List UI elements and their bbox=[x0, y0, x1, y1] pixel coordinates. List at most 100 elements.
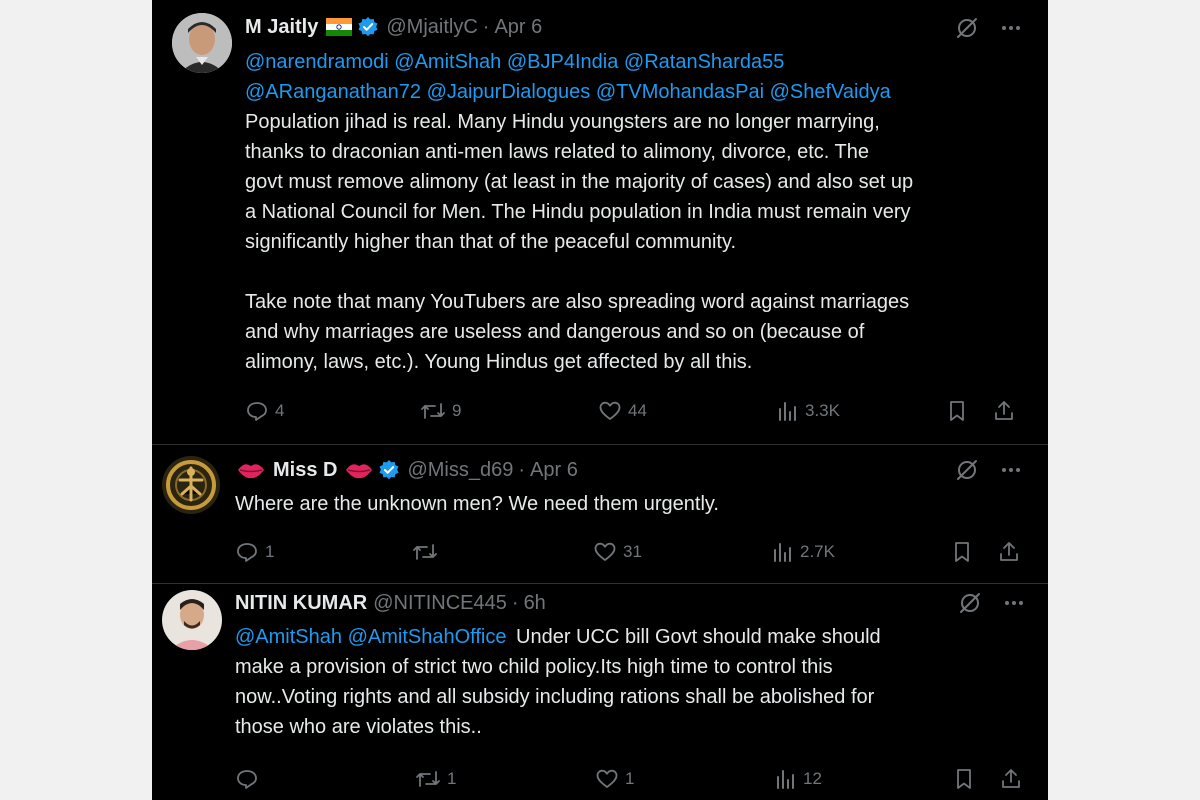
display-name[interactable]: Miss D bbox=[273, 457, 337, 483]
mentions-line-2: @ARanganathan72 @JaipurDialogues @TVMoha… bbox=[245, 77, 1025, 107]
mention-link[interactable]: @BJP4India bbox=[507, 51, 618, 73]
views-icon bbox=[779, 402, 796, 421]
retweet-count: 9 bbox=[452, 401, 462, 420]
tweet-text: @AmitShah @AmitShahOffice Under UCC bill… bbox=[235, 622, 1025, 742]
view-count: 12 bbox=[803, 769, 822, 788]
text-line: Population jihad is real. Many Hindu you… bbox=[245, 111, 880, 133]
retweet-icon bbox=[421, 403, 445, 419]
text-line: govt must remove alimony (at least in th… bbox=[245, 171, 914, 193]
tweet[interactable]: M Jaitly @MjaitlyC · Apr 6 @narendramodi… bbox=[152, 0, 1048, 445]
display-name[interactable]: NITIN KUMAR bbox=[235, 590, 367, 616]
tweet-date[interactable]: Apr 6 bbox=[530, 457, 578, 483]
tweet-text: Where are the unknown men? We need them … bbox=[235, 489, 1015, 519]
like-icon bbox=[599, 401, 621, 420]
like-button[interactable]: 1 bbox=[595, 767, 634, 791]
avatar[interactable] bbox=[162, 456, 220, 514]
like-icon bbox=[596, 769, 618, 788]
like-icon bbox=[594, 542, 616, 561]
views-icon bbox=[777, 770, 794, 789]
reply-icon bbox=[237, 770, 257, 789]
views-icon bbox=[774, 543, 791, 562]
tweet-date[interactable]: 6h bbox=[524, 590, 546, 616]
bookmark-button[interactable] bbox=[945, 399, 969, 423]
user-handle[interactable]: @Miss_d69 bbox=[407, 457, 513, 483]
user-handle[interactable]: @NITINCE445 bbox=[373, 590, 507, 616]
tweet-date[interactable]: Apr 6 bbox=[494, 14, 542, 40]
like-button[interactable]: 44 bbox=[598, 399, 647, 423]
grok-icon[interactable] bbox=[958, 591, 982, 615]
mention-link[interactable]: @narendramodi bbox=[245, 51, 389, 73]
retweet-button[interactable]: 1 bbox=[415, 767, 456, 791]
mention-link[interactable]: @RatanSharda55 bbox=[624, 51, 784, 73]
reply-icon bbox=[247, 402, 267, 421]
verified-badge-icon bbox=[380, 460, 399, 480]
share-icon bbox=[1002, 769, 1020, 788]
text-line: make a provision of strict two child pol… bbox=[235, 656, 833, 678]
action-bar: 4 9 44 3.3K bbox=[245, 396, 1025, 426]
bookmark-button[interactable] bbox=[950, 540, 974, 564]
tweet-top-actions bbox=[955, 458, 1023, 482]
user-handle[interactable]: @MjaitlyC bbox=[386, 14, 477, 40]
more-icon[interactable] bbox=[1002, 591, 1026, 615]
mention-link[interactable]: @ShefVaidya bbox=[770, 81, 891, 103]
more-icon[interactable] bbox=[999, 458, 1023, 482]
view-count: 3.3K bbox=[805, 401, 840, 420]
text-line: thanks to draconian anti-men laws relate… bbox=[245, 141, 870, 163]
tweet-header: M Jaitly @MjaitlyC · Apr 6 bbox=[245, 14, 542, 40]
retweet-button[interactable]: 9 bbox=[420, 399, 461, 423]
tweet-text: @narendramodi @AmitShah @BJP4India @Rata… bbox=[245, 47, 1025, 377]
text-line-with-mentions: @AmitShah @AmitShahOffice Under UCC bill… bbox=[235, 622, 1025, 652]
tweet-top-actions bbox=[958, 591, 1026, 615]
retweet-button[interactable] bbox=[412, 540, 444, 564]
text-line: and why marriages are useless and danger… bbox=[245, 321, 865, 343]
like-button[interactable]: 31 bbox=[593, 540, 642, 564]
mention-link[interactable]: @AmitShah bbox=[394, 51, 501, 73]
reply-button[interactable]: 4 bbox=[245, 399, 284, 423]
share-button[interactable] bbox=[992, 399, 1016, 423]
reply-count: 1 bbox=[265, 542, 275, 561]
bookmark-icon bbox=[955, 542, 969, 562]
bookmark-icon bbox=[957, 769, 971, 789]
grok-icon[interactable] bbox=[955, 458, 979, 482]
views-button[interactable]: 2.7K bbox=[772, 540, 835, 564]
bookmark-icon bbox=[950, 401, 964, 421]
avatar[interactable] bbox=[162, 590, 222, 650]
tweet[interactable]: NITIN KUMAR @NITINCE445 · 6h @AmitShah @… bbox=[152, 584, 1048, 800]
tweet-top-actions bbox=[955, 16, 1023, 40]
text-line: significantly higher than that of the pe… bbox=[245, 231, 737, 253]
action-bar: 1 1 12 bbox=[235, 764, 1025, 794]
share-button[interactable] bbox=[999, 767, 1023, 791]
like-count: 1 bbox=[625, 769, 635, 788]
text-line: Where are the unknown men? We need them … bbox=[235, 493, 719, 515]
mention-link[interactable]: @AmitShahOffice bbox=[348, 626, 507, 648]
share-button[interactable] bbox=[997, 540, 1021, 564]
bookmark-button[interactable] bbox=[952, 767, 976, 791]
lips-icon bbox=[346, 464, 373, 479]
more-icon[interactable] bbox=[999, 16, 1023, 40]
tweet-header: NITIN KUMAR @NITINCE445 · 6h bbox=[235, 590, 546, 616]
mention-link[interactable]: @AmitShah bbox=[235, 626, 342, 648]
avatar-image bbox=[162, 590, 222, 650]
separator: · bbox=[482, 16, 490, 38]
timeline: M Jaitly @MjaitlyC · Apr 6 @narendramodi… bbox=[152, 0, 1048, 800]
views-button[interactable]: 12 bbox=[775, 767, 822, 791]
text-line: those who are violates this.. bbox=[235, 716, 482, 738]
retweet-count: 1 bbox=[447, 769, 457, 788]
mention-link[interactable]: @JaipurDialogues bbox=[427, 81, 591, 103]
reply-button[interactable] bbox=[235, 767, 265, 791]
mention-link[interactable]: @ARanganathan72 bbox=[245, 81, 421, 103]
text-segment: Under UCC bill Govt should make should bbox=[516, 626, 881, 648]
separator: · bbox=[518, 459, 526, 481]
reply-button[interactable]: 1 bbox=[235, 540, 274, 564]
display-name[interactable]: M Jaitly bbox=[245, 14, 318, 40]
avatar[interactable] bbox=[172, 13, 232, 73]
grok-icon[interactable] bbox=[955, 16, 979, 40]
view-count: 2.7K bbox=[800, 542, 835, 561]
text-line: a National Council for Men. The Hindu po… bbox=[245, 201, 911, 223]
tweet[interactable]: Miss D @Miss_d69 · Apr 6 Where are the u… bbox=[152, 445, 1048, 584]
verified-badge-icon bbox=[358, 17, 378, 37]
views-button[interactable]: 3.3K bbox=[777, 399, 840, 423]
share-icon bbox=[1000, 542, 1018, 561]
mention-link[interactable]: @TVMohandasPai bbox=[596, 81, 764, 103]
